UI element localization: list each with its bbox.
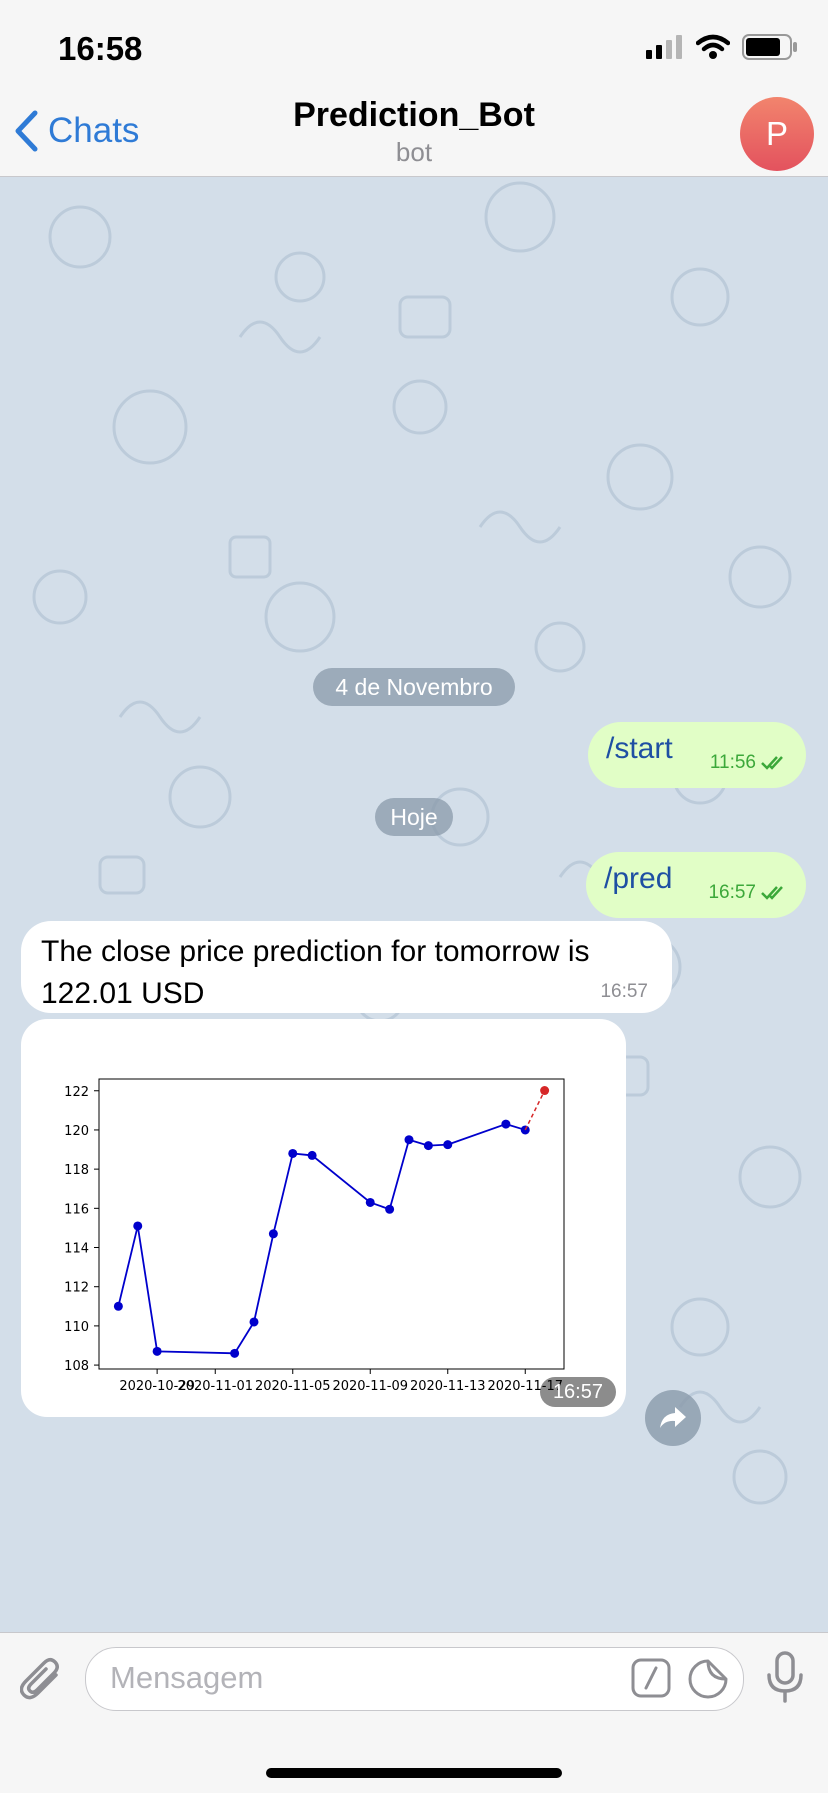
message-time: 16:57	[600, 981, 648, 1002]
incoming-message[interactable]: The close price prediction for tomorrow …	[21, 921, 672, 1013]
date-separator: 4 de Novembro	[313, 668, 515, 706]
message-text: /pred	[604, 862, 673, 895]
y-tick-label: 114	[64, 1242, 89, 1257]
plot-frame	[98, 1078, 565, 1370]
chat-area[interactable]: 4 de Novembro /start 11:56 Hoje /pred 16…	[0, 177, 828, 1632]
data-point	[133, 1221, 143, 1231]
microphone-icon[interactable]	[765, 1651, 805, 1703]
x-tick-label: 2020-11-01	[177, 1379, 253, 1394]
date-separator-today: Hoje	[375, 798, 453, 836]
y-tick-label: 108	[64, 1359, 89, 1374]
chat-subtitle: bot	[395, 137, 433, 167]
message-meta: 11:56	[710, 752, 788, 774]
avatar-letter: P	[765, 115, 788, 152]
data-point	[230, 1348, 240, 1358]
image-time: 16:57	[539, 1377, 616, 1407]
double-check-icon	[761, 756, 783, 770]
y-tick-label: 122	[64, 1085, 89, 1100]
x-tick-label: 2020-11-05	[255, 1379, 331, 1394]
data-point	[365, 1197, 375, 1207]
date-separator-label: Hoje	[390, 803, 438, 830]
data-point	[443, 1140, 453, 1150]
message-input-placeholder: Mensagem	[110, 1660, 264, 1695]
data-point	[249, 1317, 259, 1327]
message-time: 11:56	[709, 752, 756, 773]
data-point	[268, 1229, 278, 1239]
forward-button[interactable]	[645, 1390, 701, 1446]
data-point	[113, 1301, 123, 1311]
data-point	[423, 1141, 433, 1151]
cellular-signal-icon	[646, 35, 682, 59]
avatar[interactable]: P	[740, 97, 814, 171]
chat-title: Prediction_Bot	[293, 96, 535, 134]
y-tick-label: 120	[64, 1124, 89, 1139]
message-meta: 16:57	[708, 882, 788, 904]
double-check-icon	[761, 886, 783, 900]
y-tick-label: 116	[64, 1202, 89, 1217]
message-input[interactable]: Mensagem	[85, 1647, 744, 1711]
outgoing-message-start[interactable]: /start 11:56	[588, 722, 806, 788]
chat-title-block[interactable]: Prediction_Bot bot	[0, 96, 828, 168]
wifi-icon	[696, 34, 730, 59]
data-point	[307, 1150, 317, 1160]
chat-header: Chats Prediction_Bot bot P	[0, 88, 828, 177]
x-tick-label: 2020-11-09	[332, 1379, 408, 1394]
price-chart: 1081101121141161181201222020-10-292020-1…	[64, 1078, 565, 1394]
clock: 16:58	[58, 30, 143, 67]
outgoing-message-pred[interactable]: /pred 16:57	[586, 852, 806, 918]
status-bar: 16:58	[0, 0, 828, 88]
y-tick-label: 112	[64, 1281, 89, 1296]
data-point	[152, 1346, 162, 1356]
y-tick-label: 118	[64, 1163, 89, 1178]
message-text: The close price prediction for tomorrow …	[41, 935, 590, 1010]
date-separator-label: 4 de Novembro	[335, 673, 493, 700]
battery-icon	[742, 34, 797, 60]
chart-image-message[interactable]: 108 110 112 114 116 118 120 122 2020-10-29 2020-1…	[21, 1019, 626, 1417]
share-arrow-icon	[660, 1407, 686, 1428]
home-indicator	[266, 1768, 562, 1778]
data-point	[385, 1204, 395, 1214]
message-text: /start	[606, 732, 673, 765]
data-point	[501, 1119, 511, 1129]
bot-command-icon[interactable]	[631, 1658, 671, 1698]
data-point	[404, 1135, 414, 1145]
data-point	[288, 1148, 298, 1158]
prediction-point	[540, 1086, 550, 1096]
x-tick-label: 2020-11-13	[410, 1379, 486, 1394]
message-time: 16:57	[708, 882, 756, 903]
system-icons	[646, 34, 798, 60]
y-tick-label: 110	[64, 1320, 89, 1335]
message-input-bar: Mensagem	[0, 1632, 828, 1793]
paperclip-icon[interactable]	[20, 1655, 64, 1703]
sticker-icon[interactable]	[687, 1658, 729, 1700]
